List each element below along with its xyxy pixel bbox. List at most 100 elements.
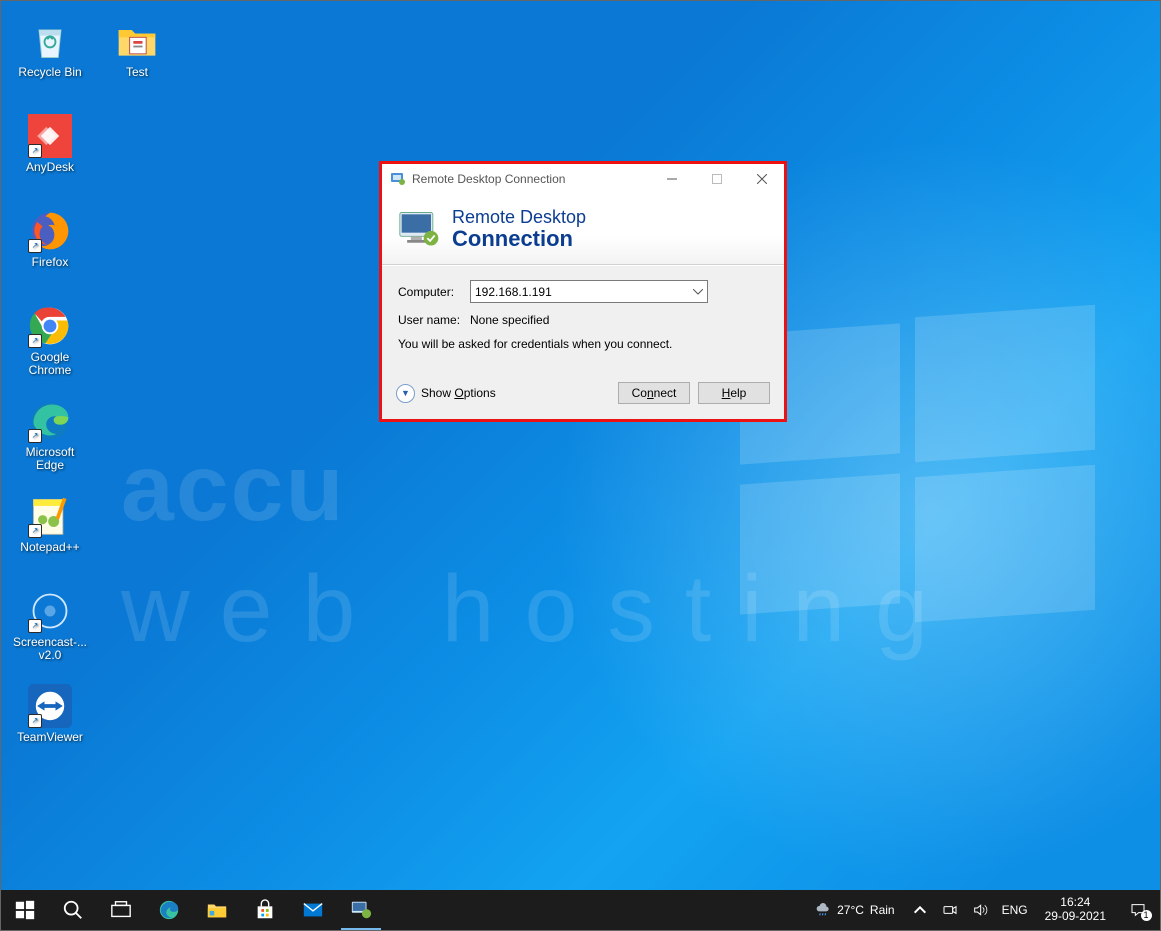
computer-value: 192.168.1.191	[475, 285, 552, 299]
edge-icon: ↗	[28, 399, 72, 443]
edge-icon	[158, 899, 180, 921]
show-options-label: Show Options	[421, 386, 496, 400]
chevron-up-icon	[912, 902, 928, 918]
tray-language[interactable]: ENG	[995, 890, 1035, 930]
search-button[interactable]	[49, 890, 97, 930]
folder-icon	[115, 19, 159, 63]
rdc-icon	[350, 899, 372, 921]
desktop-icon-label: Screencast-... v2.0	[13, 636, 87, 662]
desktop-icon-test-folder[interactable]: Test	[98, 19, 176, 99]
computer-combobox[interactable]: 192.168.1.191	[470, 280, 708, 303]
shortcut-arrow-icon: ↗	[28, 714, 42, 728]
start-button[interactable]	[1, 890, 49, 930]
shortcut-arrow-icon: ↗	[28, 239, 42, 253]
shortcut-arrow-icon: ↗	[28, 144, 42, 158]
anydesk-icon: ↗	[28, 114, 72, 158]
desktop-icon-chrome[interactable]: ↗ Google Chrome	[11, 304, 89, 384]
dialog-banner: Remote Desktop Connection	[382, 194, 784, 265]
credentials-hint: You will be asked for credentials when y…	[398, 337, 768, 351]
username-value: None specified	[470, 313, 549, 327]
tray-volume[interactable]	[965, 890, 995, 930]
desktop-icon-label: Notepad++	[20, 541, 79, 554]
store-icon	[254, 899, 276, 921]
desktop-icons: Recycle Bin ↗ AnyDesk ↗ Firefox ↗ Google…	[11, 19, 101, 779]
desktop-icon-label: Google Chrome	[11, 351, 89, 377]
desktop-icon-notepadpp[interactable]: ↗ Notepad++	[11, 494, 89, 574]
clock-date: 29-09-2021	[1045, 910, 1106, 924]
shortcut-arrow-icon: ↗	[28, 619, 42, 633]
show-options-toggle[interactable]: ▼ Show Options	[396, 384, 610, 403]
desktop-icon-label: Firefox	[32, 256, 69, 269]
shortcut-arrow-icon: ↗	[28, 429, 42, 443]
rdc-banner-icon	[398, 209, 442, 249]
screencast-icon: ↗	[28, 589, 72, 633]
taskbar-app-mail[interactable]	[289, 890, 337, 930]
taskbar-app-store[interactable]	[241, 890, 289, 930]
weather-icon	[815, 902, 831, 918]
watermark-line1: accu	[121, 446, 958, 532]
speaker-icon	[972, 902, 988, 918]
recycle-bin-icon	[28, 19, 72, 63]
weather-widget[interactable]: 27°C Rain	[805, 902, 905, 918]
help-label: Help	[722, 386, 747, 400]
task-view-icon	[110, 899, 132, 921]
highlight-frame: Remote Desktop Connection Remote Desktop…	[379, 161, 787, 422]
dialog-titlebar[interactable]: Remote Desktop Connection	[382, 164, 784, 194]
dialog-body: Computer: 192.168.1.191 User name: None …	[382, 265, 784, 373]
dialog-footer: ▼ Show Options Connect Help	[382, 373, 784, 419]
taskbar: 27°C Rain ENG 16:24 29-09-2021 1	[1, 890, 1160, 930]
desktop-icon-anydesk[interactable]: ↗ AnyDesk	[11, 114, 89, 194]
task-view-button[interactable]	[97, 890, 145, 930]
camera-icon	[942, 902, 958, 918]
tray-meet-now[interactable]	[935, 890, 965, 930]
help-button[interactable]: Help	[698, 382, 770, 404]
computer-label: Computer:	[398, 285, 470, 299]
action-center-button[interactable]: 1	[1116, 890, 1160, 930]
connect-button[interactable]: Connect	[618, 382, 690, 404]
desktop-icon-recycle-bin[interactable]: Recycle Bin	[11, 19, 89, 99]
chevron-down-icon: ▼	[396, 384, 415, 403]
firefox-icon: ↗	[28, 209, 72, 253]
desktop-icon-label: TeamViewer	[17, 731, 83, 744]
banner-line1: Remote Desktop	[452, 208, 586, 227]
desktop-icon-label: AnyDesk	[26, 161, 74, 174]
minimize-button[interactable]	[649, 164, 694, 194]
watermark: accu web hosting	[121, 446, 958, 652]
file-explorer-icon	[206, 899, 228, 921]
rdc-app-icon	[390, 171, 406, 187]
taskbar-app-edge[interactable]	[145, 890, 193, 930]
language-value: ENG	[1002, 903, 1028, 917]
weather-cond: Rain	[870, 903, 895, 917]
desktop-icon-screencast[interactable]: ↗ Screencast-... v2.0	[11, 589, 89, 669]
rdc-dialog: Remote Desktop Connection Remote Desktop…	[382, 164, 784, 419]
desktop-icon-edge[interactable]: ↗ Microsoft Edge	[11, 399, 89, 479]
windows-icon	[14, 899, 36, 921]
desktop-icon-label: Test	[126, 66, 148, 79]
clock-time: 16:24	[1045, 896, 1106, 910]
system-tray: 27°C Rain ENG 16:24 29-09-2021 1	[805, 890, 1160, 930]
tray-overflow-button[interactable]	[905, 890, 935, 930]
desktop-icon-label: Recycle Bin	[18, 66, 81, 79]
shortcut-arrow-icon: ↗	[28, 524, 42, 538]
desktop-icon-teamviewer[interactable]: ↗ TeamViewer	[11, 684, 89, 764]
desktop-icon-firefox[interactable]: ↗ Firefox	[11, 209, 89, 289]
close-button[interactable]	[739, 164, 784, 194]
mail-icon	[302, 899, 324, 921]
watermark-line2: web hosting	[121, 567, 958, 653]
weather-temp: 27°C	[837, 903, 864, 917]
banner-line2: Connection	[452, 227, 586, 250]
maximize-button[interactable]	[694, 164, 739, 194]
banner-text: Remote Desktop Connection	[452, 208, 586, 250]
desktop-screen: accu web hosting Recycle Bin ↗ AnyDesk ↗…	[0, 0, 1161, 931]
dialog-title: Remote Desktop Connection	[412, 172, 649, 186]
notification-badge: 1	[1141, 910, 1152, 921]
tray-clock[interactable]: 16:24 29-09-2021	[1035, 896, 1116, 924]
connect-label: Connect	[632, 386, 677, 400]
username-label: User name:	[398, 313, 470, 327]
notepadpp-icon: ↗	[28, 494, 72, 538]
shortcut-arrow-icon: ↗	[28, 334, 42, 348]
search-icon	[62, 899, 84, 921]
taskbar-app-rdc[interactable]	[337, 890, 385, 930]
chevron-down-icon	[693, 289, 703, 295]
taskbar-app-explorer[interactable]	[193, 890, 241, 930]
